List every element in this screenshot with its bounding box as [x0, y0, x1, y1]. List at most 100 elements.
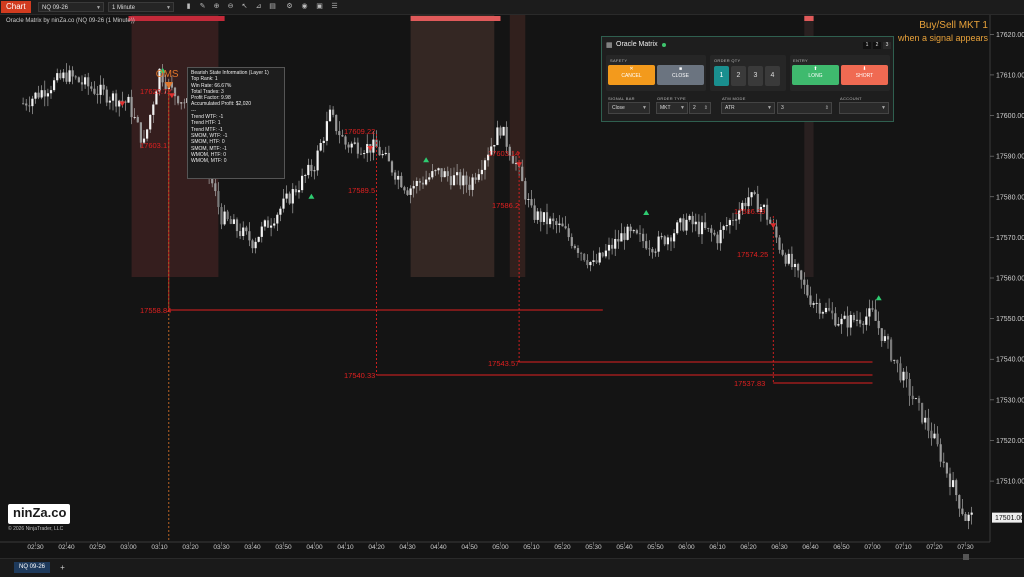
candle-body: [539, 211, 542, 222]
candle-body: [400, 175, 403, 188]
camera-icon[interactable]: ◉: [300, 2, 309, 12]
candle-body: [245, 227, 248, 232]
account-select[interactable]: ▼: [839, 102, 889, 114]
candle-body: [840, 318, 843, 325]
candle-body: [945, 462, 948, 474]
session-band: [410, 14, 495, 277]
properties-icon[interactable]: ▤: [268, 2, 277, 12]
drawing-icon[interactable]: ✎: [198, 2, 207, 12]
candle-body: [87, 77, 90, 87]
pointer-icon[interactable]: ↖: [240, 2, 249, 12]
x-tick-label: 03:50: [275, 544, 292, 551]
atm-mode-select[interactable]: ATR ▼: [721, 102, 775, 114]
account-label: ACCOUNT: [840, 96, 862, 101]
qty-1-button[interactable]: 1: [714, 66, 729, 86]
candle-body: [294, 189, 297, 193]
candle-body: [818, 302, 821, 314]
candle-body: [855, 319, 859, 321]
new-bar-icon[interactable]: ▮: [184, 2, 193, 12]
copyright: © 2026 NinjaTrader, LLC: [8, 526, 64, 532]
zoom-out-icon[interactable]: ⊖: [226, 2, 235, 12]
candle-body: [229, 219, 232, 224]
x-tick-label: 06:30: [771, 544, 788, 551]
grid-icon[interactable]: ▦: [606, 41, 613, 49]
cancel-button[interactable]: ✕ CANCEL: [608, 65, 655, 85]
page-3-button[interactable]: 3: [883, 42, 891, 49]
x-tick-label: 04:30: [399, 544, 416, 551]
candle-body: [133, 116, 136, 118]
candle-body: [536, 211, 539, 220]
instrument-value: NQ 09-26: [42, 5, 69, 11]
instrument-selector[interactable]: NQ 09-26 ▼: [38, 2, 104, 12]
candle-body: [65, 72, 68, 82]
candle-body: [902, 371, 905, 381]
logo-text: ninZa.co: [13, 505, 67, 520]
x-tick-label: 03:20: [182, 544, 199, 551]
settings-icon[interactable]: ☰: [330, 2, 339, 12]
candle-body: [731, 220, 735, 221]
candle-body: [74, 76, 77, 78]
stepper-icon: ⇕: [703, 105, 708, 111]
order-type-select[interactable]: MKT ▼: [656, 102, 688, 114]
zoom-in-icon[interactable]: ⊕: [212, 2, 221, 12]
qty-3-button[interactable]: 3: [748, 66, 763, 86]
signal-bar-select[interactable]: Close ▼: [608, 102, 650, 114]
chart-menu-button[interactable]: Chart: [1, 1, 31, 13]
candle-body: [260, 226, 263, 237]
order-type-qty-input[interactable]: 2 ⇕: [689, 102, 711, 114]
candle-body: [177, 96, 180, 104]
candle-body: [468, 184, 471, 190]
add-tab-icon[interactable]: +: [58, 562, 67, 573]
entry-label: ENTRY: [793, 58, 808, 63]
screen-icon[interactable]: ▣: [315, 2, 324, 12]
y-tick-label: 17530.00: [996, 397, 1024, 404]
candle-body: [449, 176, 452, 186]
y-tick-label: 17520.00: [996, 438, 1024, 445]
order-type-label: ORDER TYPE: [657, 96, 686, 101]
tab-nq-09-26[interactable]: NQ 09-26: [14, 562, 51, 573]
candle-body: [580, 252, 583, 254]
candle-body: [719, 229, 722, 244]
candle-body: [735, 219, 738, 221]
candle-body: [406, 190, 409, 195]
candle-body: [248, 231, 251, 241]
atm-mode-qty-input[interactable]: 3 ⇕: [777, 102, 832, 114]
x-tick-label: 07:30: [957, 544, 974, 551]
candle-body: [415, 180, 418, 187]
candle-body: [180, 102, 183, 104]
candle-body: [846, 315, 849, 328]
price-label: 17603.14: [488, 149, 519, 158]
candle-body: [707, 228, 710, 229]
page-2-button[interactable]: 2: [873, 42, 881, 49]
candle-body: [871, 308, 874, 310]
long-button[interactable]: ⬆ LONG: [792, 65, 839, 85]
chevron-down-icon: ▼: [680, 105, 685, 111]
strategy-icon[interactable]: ⚙: [285, 2, 294, 12]
candle-body: [611, 244, 614, 249]
short-button[interactable]: ⬇ SHORT: [841, 65, 888, 85]
x-tick-label: 04:40: [430, 544, 447, 551]
candle-body: [43, 90, 46, 97]
scroll-handle[interactable]: [963, 554, 969, 560]
price-label: 17540.33: [344, 371, 375, 380]
signal-bar-label: SIGNAL BAR: [608, 96, 635, 101]
price-label: 17574.25: [737, 250, 768, 259]
page-1-button[interactable]: 1: [863, 42, 871, 49]
timeframe-selector[interactable]: 1 Minute ▼: [108, 2, 174, 12]
candle-body: [527, 199, 530, 200]
timeframe-value: 1 Minute: [112, 5, 136, 11]
measure-icon[interactable]: ⊿: [254, 2, 263, 12]
candle-body: [363, 153, 366, 155]
qty-2-button[interactable]: 2: [731, 66, 746, 86]
candle-body: [837, 324, 840, 326]
annotation-line-2: when a signal appears: [897, 33, 988, 43]
stepper-icon: ⇕: [824, 105, 829, 111]
qty-4-button[interactable]: 4: [765, 66, 780, 86]
candle-body: [111, 93, 115, 101]
band-marker: [128, 16, 225, 21]
close-button[interactable]: ■ CLOSE: [657, 65, 704, 85]
y-tick-label: 17560.00: [996, 276, 1024, 283]
candle-body: [521, 166, 524, 182]
candle-body: [301, 175, 304, 191]
candle-body: [496, 127, 499, 146]
